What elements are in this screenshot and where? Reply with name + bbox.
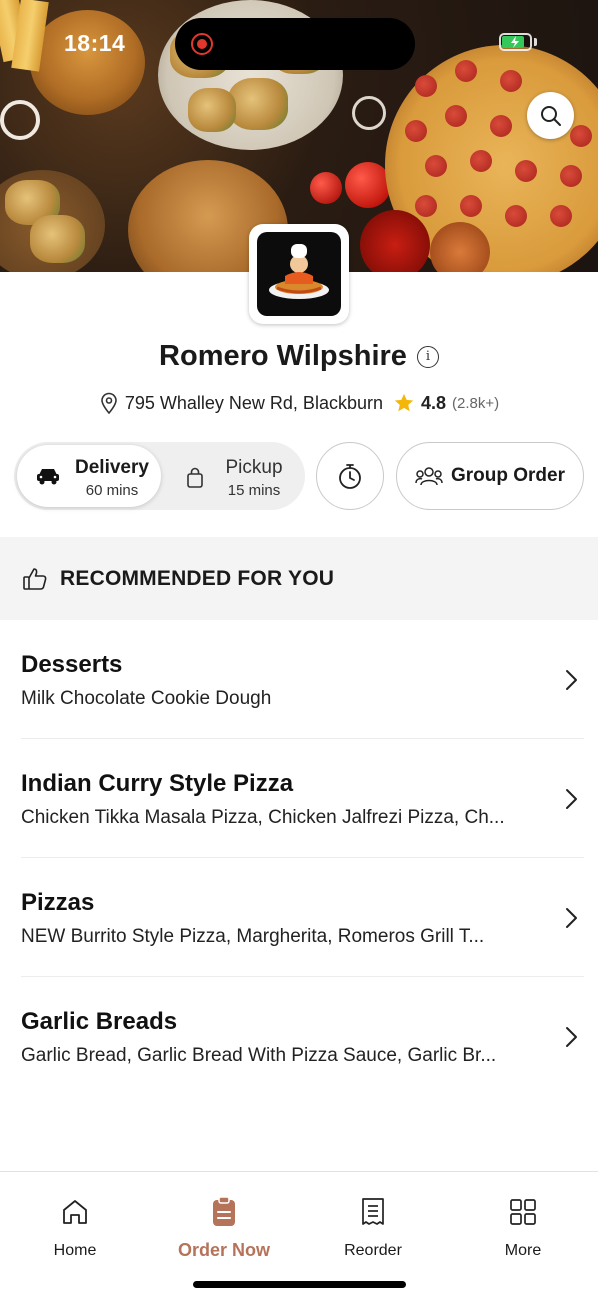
chevron-right-icon (566, 908, 577, 928)
pickup-option[interactable]: Pickup 15 mins (164, 445, 302, 507)
burger-image (30, 10, 145, 115)
nav-home-label: Home (53, 1242, 97, 1259)
nav-reorder[interactable]: Reorder (318, 1194, 428, 1260)
restaurant-header: Romero Wilpshire i (0, 340, 598, 373)
nav-order-now-label: Order Now (177, 1240, 270, 1260)
recording-indicator-icon (191, 33, 213, 55)
category-title: Desserts (21, 651, 123, 678)
dynamic-island (175, 18, 415, 70)
grid-icon (510, 1199, 536, 1225)
rating-value: 4.8 (420, 392, 447, 413)
location-pin-icon (101, 392, 117, 414)
category-row-indian-curry-pizza[interactable]: Indian Curry Style Pizza Chicken Tikka M… (21, 739, 584, 858)
bread-image (0, 170, 105, 272)
rating-count: (2.8k+) (452, 394, 500, 412)
star-icon (394, 393, 414, 412)
nav-reorder-label: Reorder (344, 1242, 402, 1259)
delivery-option[interactable]: Delivery 60 mins (17, 445, 161, 507)
nav-more-label: More (504, 1242, 542, 1259)
thumbs-up-icon (23, 567, 47, 590)
chevron-right-icon (566, 670, 577, 690)
sauce-bowl-image (360, 210, 430, 272)
chef-pizza-logo-icon (269, 244, 329, 299)
restaurant-logo (249, 224, 349, 324)
restaurant-address: 795 Whalley New Rd, Blackburn (124, 392, 383, 413)
category-items: NEW Burrito Style Pizza, Margherita, Rom… (21, 926, 485, 947)
nav-order-now[interactable]: Order Now (169, 1194, 279, 1261)
order-mode-toggle: Delivery 60 mins Pickup 15 mins (14, 442, 305, 510)
category-title: Pizzas (21, 889, 95, 916)
stopwatch-icon (339, 464, 361, 489)
category-items: Milk Chocolate Cookie Dough (21, 688, 272, 709)
car-icon (37, 469, 59, 485)
chevron-right-icon (566, 789, 577, 809)
restaurant-name: Romero Wilpshire (159, 340, 407, 372)
search-icon (540, 105, 561, 126)
category-row-garlic-breads[interactable]: Garlic Breads Garlic Bread, Garlic Bread… (21, 977, 584, 1096)
delivery-label: Delivery (75, 457, 149, 478)
chevron-right-icon (566, 1027, 577, 1047)
recommended-section-header: RECOMMENDED FOR YOU (0, 537, 598, 620)
receipt-icon (362, 1198, 384, 1225)
pickup-label: Pickup (225, 457, 283, 478)
category-list: Desserts Milk Chocolate Cookie Dough Ind… (0, 620, 598, 1096)
search-button[interactable] (527, 92, 574, 139)
category-title: Garlic Breads (21, 1008, 178, 1035)
status-time: 18:14 (64, 30, 126, 56)
order-clipboard-icon (213, 1196, 235, 1226)
info-icon[interactable]: i (416, 345, 439, 368)
category-items: Garlic Bread, Garlic Bread With Pizza Sa… (21, 1045, 497, 1066)
nav-home[interactable]: Home (20, 1194, 130, 1260)
delivery-time: 60 mins (85, 482, 139, 499)
group-order-button[interactable]: Group Order (396, 442, 584, 510)
shopping-bag-icon (187, 467, 203, 488)
home-indicator (193, 1281, 406, 1288)
nav-more[interactable]: More (468, 1194, 578, 1260)
recommended-title: RECOMMENDED FOR YOU (60, 566, 335, 590)
home-icon (63, 1200, 87, 1224)
group-users-icon (415, 467, 443, 486)
battery-icon (499, 33, 532, 51)
group-order-label: Group Order (450, 465, 565, 486)
pickup-time: 15 mins (227, 482, 281, 499)
schedule-button[interactable] (316, 442, 384, 510)
category-row-desserts[interactable]: Desserts Milk Chocolate Cookie Dough (21, 620, 584, 739)
category-row-pizzas[interactable]: Pizzas NEW Burrito Style Pizza, Margheri… (21, 858, 584, 977)
restaurant-address-row: 795 Whalley New Rd, Blackburn 4.8 (2.8k+… (0, 392, 598, 414)
category-items: Chicken Tikka Masala Pizza, Chicken Jalf… (21, 807, 505, 828)
category-title: Indian Curry Style Pizza (21, 770, 294, 797)
